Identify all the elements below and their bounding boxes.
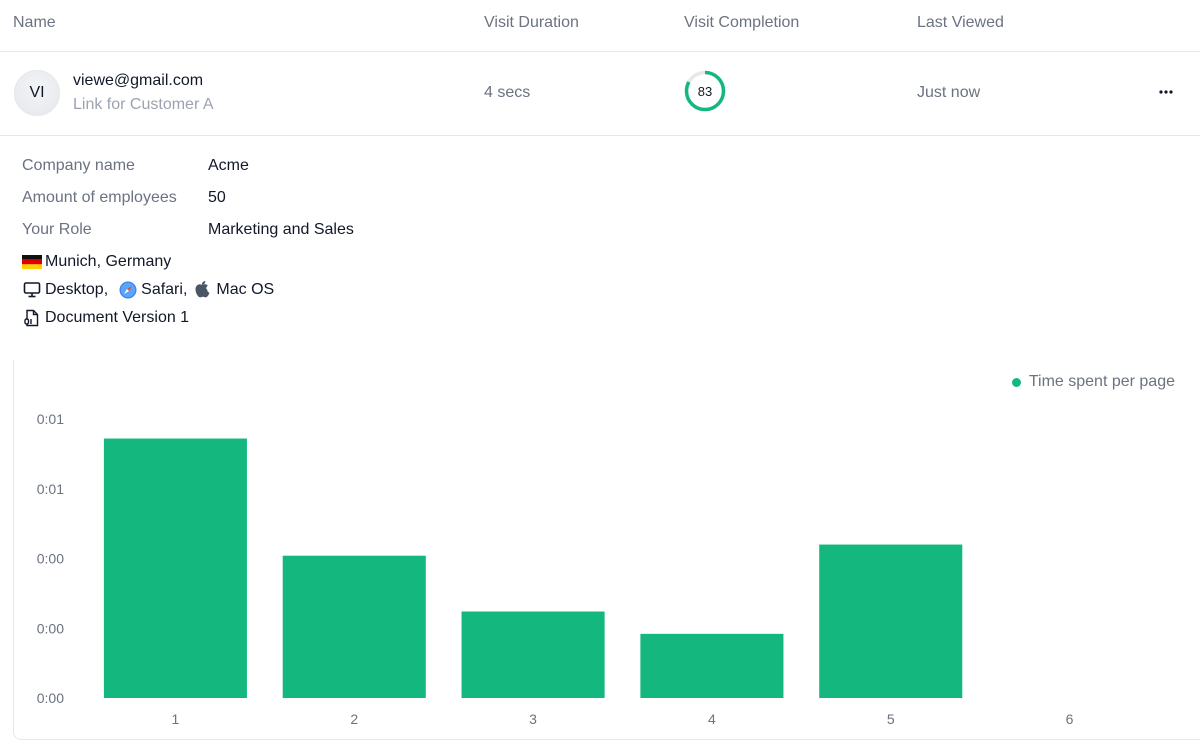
- browser-text: Safari,: [141, 281, 188, 298]
- x-tick-label: 6: [1066, 711, 1074, 727]
- visit-duration: 4 secs: [484, 84, 531, 101]
- column-header-visit-duration[interactable]: Visit Duration: [484, 14, 579, 32]
- germany-flag-icon: [22, 252, 42, 272]
- avatar-initials: VI: [29, 84, 45, 101]
- more-options-button[interactable]: [1150, 80, 1182, 104]
- x-tick-label: 2: [350, 711, 358, 727]
- column-header-name[interactable]: Name: [13, 14, 56, 32]
- y-tick-label: 0:00: [37, 690, 64, 706]
- bar-chart: 0:00 0:00 0:00 0:01 0:01 1 2 3 4 5 6: [37, 411, 1074, 727]
- x-tick-label: 4: [708, 711, 716, 727]
- location-row: Munich, Germany: [22, 252, 171, 272]
- y-tick-label: 0:00: [37, 620, 64, 636]
- avatar: VI: [14, 70, 60, 116]
- detail-value: Marketing and Sales: [208, 221, 354, 238]
- last-viewed: Just now: [917, 84, 981, 101]
- detail-label: Amount of employees: [22, 189, 177, 206]
- apple-icon: [193, 280, 213, 300]
- detail-label: Your Role: [22, 221, 92, 238]
- ellipsis-icon: [1159, 90, 1173, 94]
- bar-page-2[interactable]: [282, 555, 426, 698]
- document-version-text: Document Version 1: [45, 309, 190, 326]
- table-row[interactable]: VI viewe@gmail.com Link for Customer A 4…: [0, 52, 1200, 136]
- safari-icon: [118, 280, 138, 300]
- bar-page-1[interactable]: [103, 438, 247, 698]
- table-header: Name Visit Duration Visit Completion Las…: [0, 0, 1200, 52]
- monitor-icon: [22, 280, 42, 300]
- y-tick-label: 0:01: [37, 411, 64, 427]
- bar-page-4[interactable]: [640, 633, 784, 698]
- os-text: Mac OS: [216, 281, 275, 298]
- bar-page-5[interactable]: [819, 544, 963, 698]
- link-name: Link for Customer A: [73, 96, 214, 113]
- time-per-page-chart: Time spent per page 0:00 0:00 0:00 0:01 0:01…: [13, 360, 1200, 740]
- bar-page-3[interactable]: [461, 611, 605, 698]
- column-header-visit-completion[interactable]: Visit Completion: [684, 14, 799, 32]
- x-tick-label: 3: [529, 711, 537, 727]
- detail-label: Company name: [22, 157, 135, 174]
- device-text: Desktop,: [45, 281, 109, 298]
- detail-value: Acme: [208, 157, 249, 174]
- y-tick-label: 0:01: [37, 481, 64, 497]
- visit-completion-value: 83: [697, 83, 713, 99]
- x-tick-label: 1: [172, 711, 180, 727]
- visit-completion-ring: 83: [684, 70, 726, 112]
- environment-row: Desktop, Safari, Mac OS: [22, 280, 274, 300]
- document-version-row: Document Version 1: [22, 308, 189, 328]
- column-header-last-viewed[interactable]: Last Viewed: [917, 14, 1004, 32]
- x-tick-label: 5: [887, 711, 895, 727]
- y-tick-label: 0:00: [37, 551, 64, 567]
- viewer-email: viewe@gmail.com: [73, 72, 204, 89]
- detail-value: 50: [208, 189, 226, 206]
- location-text: Munich, Germany: [45, 253, 172, 270]
- document-binary-icon: [22, 308, 42, 328]
